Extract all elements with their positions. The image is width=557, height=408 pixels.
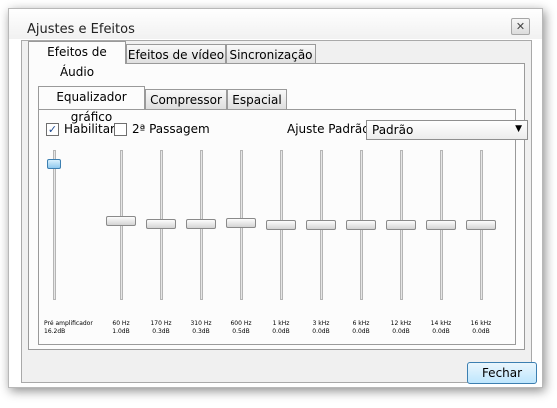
second-pass-checkbox[interactable] [114, 123, 127, 136]
band-value-label: 0.3dB [152, 328, 170, 335]
band-slider-thumb[interactable] [106, 216, 136, 227]
close-icon[interactable]: ✕ [511, 18, 530, 35]
band-value-label: 0.0dB [432, 328, 450, 335]
tab-video-effects[interactable]: Efeitos de vídeo [126, 44, 226, 64]
band-frequency-label: 60 Hz [112, 320, 130, 327]
band-value-label: 0.0dB [472, 328, 490, 335]
band-slider-thumb[interactable] [346, 220, 376, 230]
preamp-value: 16.2dB [44, 328, 66, 335]
preamp-slider-thumb[interactable] [47, 159, 61, 170]
window-title: Ajustes e Efeitos [27, 22, 135, 37]
preamp-slider-track[interactable] [53, 150, 56, 300]
band-frequency-label: 16 kHz [470, 320, 492, 327]
band-value-label: 0.3dB [192, 328, 210, 335]
chevron-down-icon: ▼ [515, 124, 522, 134]
band-value-label: 0.5dB [232, 328, 250, 335]
close-button[interactable]: Fechar [467, 362, 537, 384]
title-bar[interactable]: Ajustes e Efeitos ✕ [9, 9, 542, 39]
band-value-label: 0.0dB [312, 328, 330, 335]
band-slider-thumb[interactable] [226, 218, 256, 229]
enable-checkbox[interactable]: ✓ [46, 123, 59, 136]
band-slider-thumb[interactable] [466, 220, 496, 230]
tab-spatial[interactable]: Espacial [227, 89, 287, 109]
band-frequency-label: 170 Hz [150, 320, 172, 327]
band-frequency-label: 12 kHz [390, 320, 412, 327]
checkmark-icon: ✓ [47, 123, 58, 136]
tab-graphic-equalizer[interactable]: Equalizador gráfico [38, 86, 145, 124]
band-frequency-label: 600 Hz [230, 320, 252, 327]
band-value-label: 0.0dB [352, 328, 370, 335]
second-pass-label: 2ª Passagem [132, 122, 210, 136]
band-slider-thumb[interactable] [426, 220, 456, 230]
band-frequency-label: 310 Hz [190, 320, 212, 327]
settings-window: Ajustes e Efeitos ✕ Efeitos de Áudio Efe… [8, 8, 543, 388]
band-frequency-label: 14 kHz [430, 320, 452, 327]
preamp-label: Pré amplificador [44, 320, 93, 327]
preset-select-value: Padrão [372, 123, 414, 137]
preset-label: Ajuste Padrão [287, 122, 370, 136]
audio-effects-panel: Equalizador gráfico Compressor Espacial … [28, 63, 528, 350]
band-slider-thumb[interactable] [146, 218, 176, 229]
band-frequency-label: 6 kHz [352, 320, 370, 327]
tab-compressor[interactable]: Compressor [145, 89, 227, 109]
equalizer-panel: ✓ Habilitar 2ª Passagem Ajuste Padrão Pa… [38, 109, 528, 345]
band-frequency-label: 1 kHz [272, 320, 290, 327]
band-slider-thumb[interactable] [266, 220, 296, 230]
band-slider-thumb[interactable] [186, 218, 216, 229]
band-slider-thumb[interactable] [386, 220, 416, 230]
tab-audio-effects[interactable]: Efeitos de Áudio [28, 41, 126, 79]
tab-synchronization[interactable]: Sincronização [226, 44, 316, 64]
band-frequency-label: 3 kHz [312, 320, 330, 327]
band-slider-thumb[interactable] [306, 220, 336, 230]
band-value-label: 0.0dB [392, 328, 410, 335]
band-value-label: 1.0dB [112, 328, 130, 335]
dialog-body: Efeitos de Áudio Efeitos de vídeo Sincro… [21, 40, 537, 384]
band-value-label: 0.0dB [272, 328, 290, 335]
preset-select[interactable]: Padrão ▼ [366, 120, 528, 140]
